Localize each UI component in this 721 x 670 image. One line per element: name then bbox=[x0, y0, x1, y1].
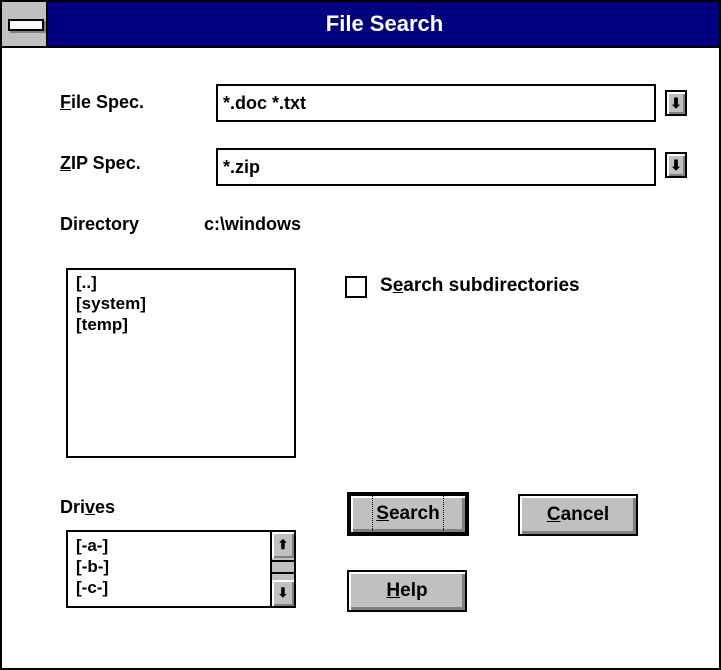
system-menu-button[interactable] bbox=[2, 2, 48, 46]
arrow-up-icon: ⬆ bbox=[277, 537, 289, 552]
list-item[interactable]: [temp] bbox=[76, 314, 294, 335]
search-subdirectories-checkbox[interactable] bbox=[345, 276, 367, 298]
list-item[interactable]: [..] bbox=[76, 272, 294, 293]
zip-spec-input[interactable]: *.zip bbox=[216, 148, 656, 186]
title-bar: File Search bbox=[2, 2, 719, 48]
scroll-thumb[interactable] bbox=[272, 560, 294, 574]
cancel-button[interactable]: Cancel bbox=[518, 494, 638, 536]
zip-spec-dropdown-button[interactable]: ⬇ bbox=[665, 152, 687, 178]
list-item[interactable]: [-a-] bbox=[76, 535, 294, 556]
list-item[interactable]: [-b-] bbox=[76, 556, 294, 577]
help-button[interactable]: Help bbox=[347, 570, 467, 612]
cancel-button-label: Cancel bbox=[546, 504, 610, 525]
list-item[interactable]: [system] bbox=[76, 293, 294, 314]
window-title: File Search bbox=[325, 11, 444, 36]
search-subdirectories-label[interactable]: Search subdirectories bbox=[380, 275, 580, 297]
file-spec-input[interactable]: *.doc *.txt bbox=[216, 84, 656, 122]
file-spec-dropdown-button[interactable]: ⬇ bbox=[665, 90, 687, 116]
search-button-label: Search bbox=[372, 495, 444, 533]
drives-scrollbar[interactable]: ⬆ ⬇ bbox=[270, 532, 294, 606]
arrow-down-icon: ⬇ bbox=[670, 95, 682, 111]
search-button[interactable]: Search bbox=[347, 492, 469, 536]
directory-label: Directory bbox=[60, 214, 140, 234]
zip-spec-label: ZIP Spec. bbox=[60, 153, 141, 173]
drives-listbox[interactable]: [-a-] [-b-] [-c-] ⬆ ⬇ bbox=[66, 530, 296, 608]
scroll-down-button[interactable]: ⬇ bbox=[272, 580, 294, 606]
directory-value: c:\windows bbox=[204, 214, 302, 234]
arrow-down-icon: ⬇ bbox=[670, 157, 682, 173]
file-search-dialog: File Search File Spec. *.doc *.txt ⬇ ZIP… bbox=[0, 0, 721, 670]
directory-listbox[interactable]: [..] [system] [temp] bbox=[66, 268, 296, 458]
scroll-up-button[interactable]: ⬆ bbox=[272, 532, 294, 558]
drives-label: Drives bbox=[60, 497, 116, 517]
file-spec-label: File Spec. bbox=[60, 92, 145, 112]
arrow-down-icon: ⬇ bbox=[277, 585, 289, 600]
list-item[interactable]: [-c-] bbox=[76, 577, 294, 598]
system-menu-icon bbox=[8, 19, 44, 31]
help-button-label: Help bbox=[386, 580, 428, 601]
